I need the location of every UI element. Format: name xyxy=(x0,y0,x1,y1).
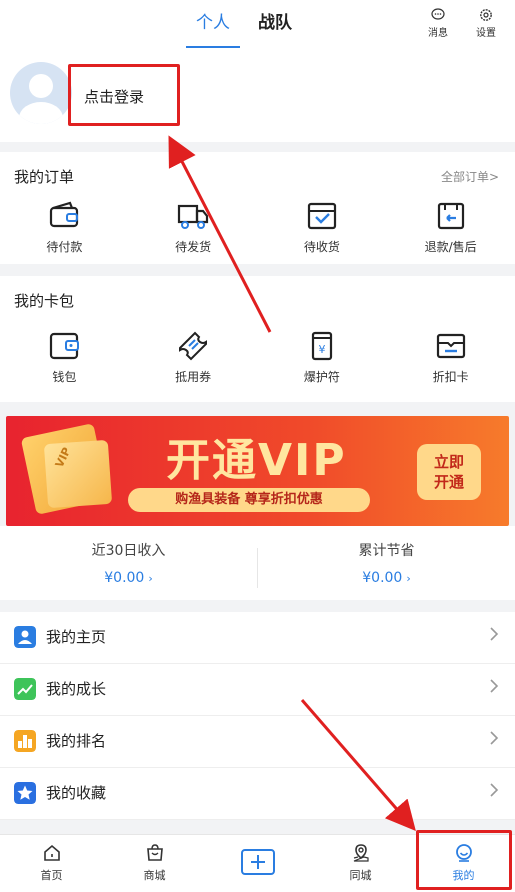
star-icon xyxy=(14,782,36,804)
chevron-right-icon xyxy=(490,679,499,693)
messages-label: 消息 xyxy=(428,28,448,39)
order-pending-payment[interactable]: 待付款 xyxy=(0,200,129,255)
message-icon xyxy=(431,8,445,20)
income-saved-value: ¥0.00 xyxy=(362,570,403,586)
income-saved-value-row: ¥0.00 › xyxy=(258,570,515,586)
nav-home[interactable]: 首页 xyxy=(0,835,103,892)
nav-shop[interactable]: 商城 xyxy=(103,835,206,892)
location-icon xyxy=(353,844,369,862)
charm-icon: ¥ xyxy=(311,331,332,361)
card-discount-label: 折扣卡 xyxy=(432,370,469,384)
messages-button[interactable]: 消息 xyxy=(421,8,455,39)
shop-icon xyxy=(146,844,163,861)
card-coupon-label: 抵用券 xyxy=(175,370,212,384)
settings-button[interactable]: 设置 xyxy=(469,8,503,39)
chevron-right-icon xyxy=(490,627,499,641)
card-charm-label: 爆护符 xyxy=(303,370,340,384)
order-pending-receipt[interactable]: 待收货 xyxy=(258,200,387,255)
avatar[interactable] xyxy=(10,62,72,124)
annotation-login-box xyxy=(68,64,180,126)
income-recent-value-row: ¥0.00 › xyxy=(0,570,257,586)
card-discount[interactable]: 折扣卡 xyxy=(386,330,515,385)
home-icon xyxy=(43,844,60,861)
tab-personal[interactable]: 个人 xyxy=(186,8,240,48)
cards-title: 我的卡包 xyxy=(14,292,75,310)
truck-icon xyxy=(178,204,209,229)
vip-card-text: VIP xyxy=(52,445,74,470)
top-header: 个人 战队 消息 设置 xyxy=(0,0,515,48)
menu-list: 我的主页 我的成长 我的排名 我的收藏 xyxy=(0,612,515,820)
chevron-right-icon: › xyxy=(406,572,411,585)
ticket-icon xyxy=(179,331,208,361)
menu-item-homepage[interactable]: 我的主页 xyxy=(0,612,515,664)
annotation-nav-box xyxy=(416,830,512,890)
default-avatar-icon xyxy=(19,74,63,124)
nav-local[interactable]: 同城 xyxy=(309,835,412,892)
income-recent-value: ¥0.00 xyxy=(104,570,145,586)
all-orders-link[interactable]: 全部订单> xyxy=(441,168,499,185)
nav-home-label: 首页 xyxy=(40,869,63,882)
card-coupon[interactable]: 抵用券 xyxy=(129,330,258,385)
svg-text:¥: ¥ xyxy=(318,343,325,356)
menu-item-label: 我的收藏 xyxy=(46,784,107,802)
income-recent[interactable]: 近30日收入 ¥0.00 › xyxy=(0,540,257,586)
order-pending-shipment-label: 待发货 xyxy=(175,240,212,254)
chevron-right-icon xyxy=(490,783,499,797)
wallet-icon xyxy=(50,201,79,228)
vip-button-line2: 开通 xyxy=(433,473,464,491)
menu-item-label: 我的成长 xyxy=(46,680,107,698)
user-icon xyxy=(14,626,36,648)
menu-item-favorites[interactable]: 我的收藏 xyxy=(0,768,515,820)
vip-open-button[interactable]: 立即 开通 xyxy=(417,444,481,500)
order-pending-shipment[interactable]: 待发货 xyxy=(129,200,258,255)
income-saved-label: 累计节省 xyxy=(358,543,415,559)
vip-button-line1: 立即 xyxy=(433,453,464,471)
card-wallet[interactable]: 钱包 xyxy=(0,330,129,385)
vip-card-graphic-front: VIP xyxy=(43,439,113,509)
settings-icon xyxy=(480,9,492,21)
wallet-icon xyxy=(50,332,80,360)
order-pending-receipt-label: 待收货 xyxy=(303,240,340,254)
plus-icon xyxy=(240,849,275,875)
header-tabs: 个人 战队 xyxy=(186,8,292,48)
cards-section: 我的卡包 钱包 抵用券 ¥ 爆护符 折扣卡 xyxy=(0,276,515,402)
income-section: 近30日收入 ¥0.00 › 累计节省 ¥0.00 › xyxy=(0,526,515,600)
return-icon xyxy=(437,202,464,230)
orders-title: 我的订单 xyxy=(14,168,75,186)
menu-item-label: 我的排名 xyxy=(46,732,107,750)
vip-title: 开通VIP xyxy=(166,435,347,486)
vip-subtitle: 购渔具装备 尊享折扣优惠 xyxy=(128,488,370,512)
chevron-right-icon: › xyxy=(148,572,153,585)
cards-row: 钱包 抵用券 ¥ 爆护符 折扣卡 xyxy=(0,330,515,385)
box-check-icon xyxy=(307,202,336,230)
growth-icon xyxy=(14,678,36,700)
order-refund[interactable]: 退款/售后 xyxy=(386,200,515,255)
nav-post[interactable] xyxy=(206,835,309,892)
card-wallet-label: 钱包 xyxy=(52,370,77,384)
orders-section: 我的订单 全部订单> 待付款 待发货 待收货 退款/售后 xyxy=(0,152,515,264)
nav-shop-label: 商城 xyxy=(143,869,166,882)
orders-row: 待付款 待发货 待收货 退款/售后 xyxy=(0,200,515,255)
income-saved[interactable]: 累计节省 ¥0.00 › xyxy=(258,540,515,586)
order-pending-payment-label: 待付款 xyxy=(46,240,83,254)
menu-item-ranking[interactable]: 我的排名 xyxy=(0,716,515,768)
menu-item-label: 我的主页 xyxy=(46,628,107,646)
card-charm[interactable]: ¥ 爆护符 xyxy=(258,330,387,385)
order-refund-label: 退款/售后 xyxy=(424,240,477,254)
settings-label: 设置 xyxy=(476,28,496,39)
tab-team[interactable]: 战队 xyxy=(258,8,292,48)
income-recent-label: 近30日收入 xyxy=(91,543,166,559)
nav-local-label: 同城 xyxy=(349,869,372,882)
header-actions: 消息 设置 xyxy=(421,8,503,39)
ranking-icon xyxy=(14,730,36,752)
discount-card-icon xyxy=(436,333,465,359)
chevron-right-icon xyxy=(490,731,499,745)
vip-banner[interactable]: VIP 开通VIP 购渔具装备 尊享折扣优惠 立即 开通 xyxy=(6,416,509,526)
menu-item-growth[interactable]: 我的成长 xyxy=(0,664,515,716)
